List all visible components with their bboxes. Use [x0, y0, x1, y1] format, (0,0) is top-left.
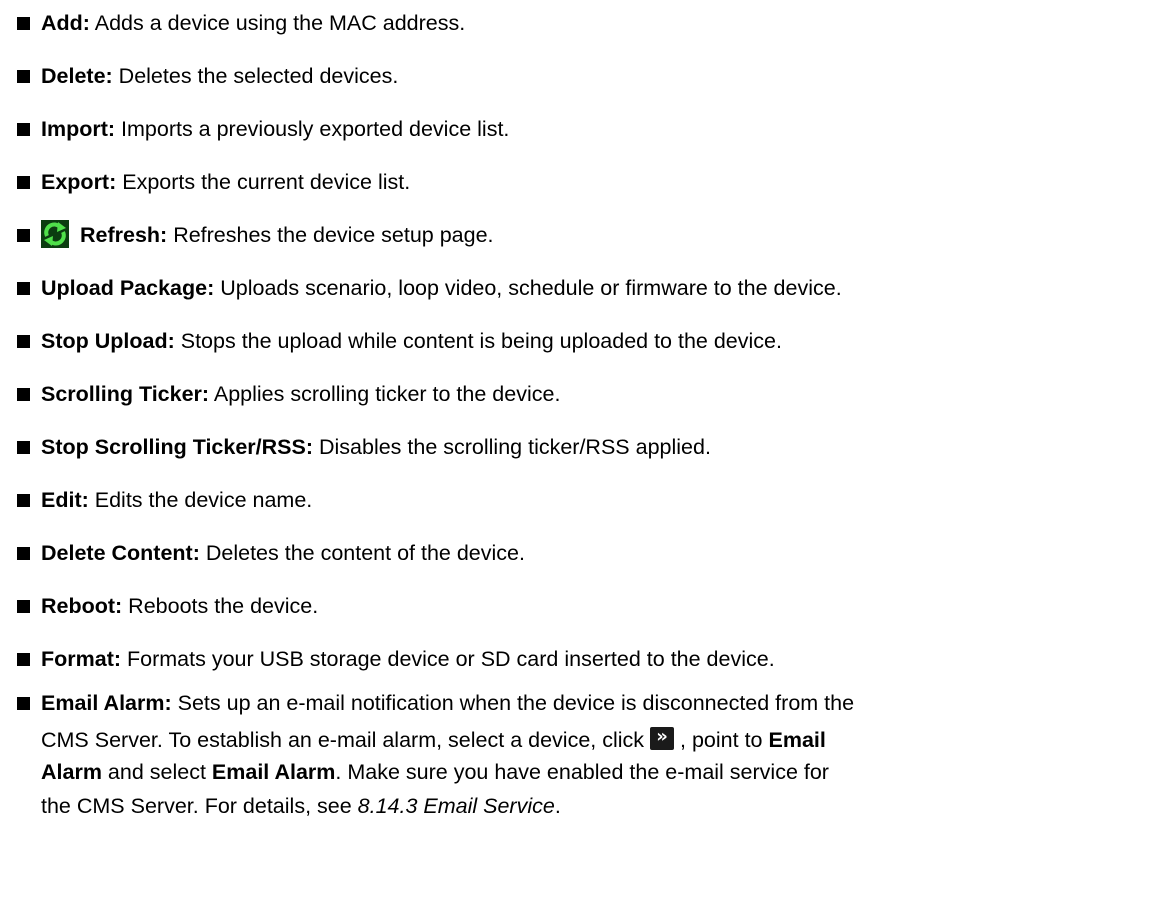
bullet-icon — [17, 547, 30, 560]
refresh-icon[interactable] — [41, 220, 69, 248]
item-term: Export: — [41, 170, 117, 194]
item-desc: Uploads scenario, loop video, schedule o… — [214, 276, 842, 300]
bullet-icon — [17, 697, 30, 710]
bullet-icon — [17, 335, 30, 348]
item-desc: Applies scrolling ticker to the device. — [209, 382, 561, 406]
item-term: Email Alarm: — [41, 691, 172, 715]
feature-list: Add: Adds a device using the MAC address… — [0, 0, 1157, 909]
bullet-icon — [17, 176, 30, 189]
bullet-icon — [17, 653, 30, 666]
item-term: Add: — [41, 11, 90, 35]
bullet-icon — [17, 17, 30, 30]
item-desc: Disables the scrolling ticker/RSS applie… — [313, 435, 711, 459]
item-term: Delete: — [41, 64, 113, 88]
item-term: Reboot: — [41, 594, 123, 618]
item-term: Format: — [41, 647, 122, 671]
bullet-icon — [17, 494, 30, 507]
email-alarm-line-3: Alarm and select Email Alarm. Make sure … — [41, 760, 829, 784]
bullet-icon — [17, 123, 30, 136]
item-desc: Formats your USB storage device or SD ca… — [121, 647, 775, 671]
bullet-icon — [17, 282, 30, 295]
bullet-icon — [17, 70, 30, 83]
section-reference: 8.14.3 Email Service — [357, 794, 555, 818]
item-term: Stop Upload: — [41, 329, 175, 353]
item-desc: Exports the current device list. — [116, 170, 411, 194]
item-term: Edit: — [41, 488, 89, 512]
item-desc: Refreshes the device setup page. — [167, 223, 494, 247]
item-term: Delete Content: — [41, 541, 200, 565]
item-term: Stop Scrolling Ticker/RSS: — [41, 435, 313, 459]
bullet-icon — [17, 229, 30, 242]
bullet-icon — [17, 388, 30, 401]
more-options-button[interactable]: » — [650, 726, 675, 750]
item-desc: Deletes the selected devices. — [112, 64, 399, 88]
item-desc: Reboots the device. — [122, 594, 319, 618]
email-alarm-line-1: Email Alarm: Sets up an e-mail notificat… — [41, 691, 855, 715]
bullet-icon — [17, 600, 30, 613]
bullet-icon — [17, 441, 30, 454]
item-desc: Adds a device using the MAC address. — [89, 11, 466, 35]
email-alarm-line-4: the CMS Server. For details, see 8.14.3 … — [41, 794, 561, 818]
item-term: Scrolling Ticker: — [41, 382, 210, 406]
item-term: Refresh: — [80, 223, 168, 247]
item-term: Import: — [41, 117, 116, 141]
double-chevron-right-icon: » — [656, 726, 668, 747]
item-desc: Imports a previously exported device lis… — [115, 117, 510, 141]
item-desc: Edits the device name. — [88, 488, 313, 512]
item-term: Upload Package: — [41, 276, 215, 300]
item-desc: Stops the upload while content is being … — [174, 329, 782, 353]
email-alarm-line-2: CMS Server. To establish an e-mail alarm… — [41, 726, 826, 752]
item-desc: Deletes the content of the device. — [199, 541, 525, 565]
